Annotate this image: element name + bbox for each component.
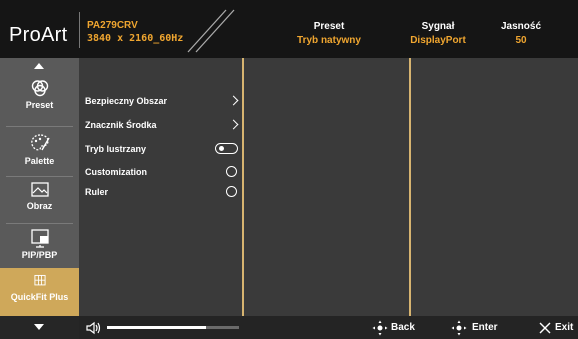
- exit-label: Exit: [555, 322, 574, 333]
- footer-bar: Back Enter Exit: [79, 316, 578, 339]
- header-bar: ProArt PA279CRV 3840 x 2160_60Hz Preset …: [0, 0, 578, 58]
- back-button[interactable]: Back: [372, 320, 432, 336]
- sidebar-item-obraz[interactable]: Obraz: [0, 181, 79, 229]
- preset-icon: [31, 80, 48, 97]
- sidebar-item-label: QuickFit Plus: [10, 292, 69, 302]
- sidebar-separator: [6, 126, 73, 127]
- mirror-mode-toggle[interactable]: [215, 143, 238, 154]
- palette-icon: [30, 134, 50, 151]
- resolution-text: 3840 x 2160_60Hz: [87, 33, 184, 44]
- sidebar-item-preset[interactable]: Preset: [0, 78, 79, 126]
- preset-value: Tryb natywny: [297, 35, 361, 46]
- pip-icon: [30, 229, 49, 248]
- sidebar: Preset Palette Obraz PIP/PBP QuickFit Pl…: [0, 58, 79, 339]
- preset-label: Preset: [313, 21, 345, 32]
- brand-logo: ProArt: [9, 24, 68, 46]
- menu-item-safe-area[interactable]: Bezpieczny Obszar: [85, 94, 245, 112]
- scroll-down-icon: [34, 324, 44, 330]
- menu-item-ruler[interactable]: Ruler: [85, 185, 245, 203]
- signal-label: Sygnał: [421, 21, 455, 32]
- sidebar-item-label: PIP/PBP: [21, 250, 58, 260]
- enter-button[interactable]: Enter: [451, 320, 511, 336]
- scroll-down-area[interactable]: [0, 316, 79, 339]
- sidebar-item-palette[interactable]: Palette: [0, 132, 79, 180]
- menu-item-label: Tryb lustrzany: [85, 144, 147, 154]
- sidebar-item-label: Palette: [24, 156, 55, 166]
- scroll-up-icon[interactable]: [34, 63, 44, 69]
- speaker-icon[interactable]: [85, 321, 103, 335]
- column-divider: [409, 58, 411, 316]
- menu-item-customization[interactable]: Customization: [85, 165, 245, 183]
- menu-item-label: Bezpieczny Obszar: [85, 96, 168, 106]
- sidebar-item-quickfit-plus[interactable]: QuickFit Plus: [0, 268, 79, 316]
- brightness-status: Jasność 50: [491, 21, 551, 46]
- grid-icon: [33, 274, 46, 286]
- image-icon: [30, 182, 49, 197]
- joystick-icon: [451, 320, 467, 336]
- close-icon: [539, 322, 551, 334]
- back-label: Back: [391, 322, 415, 333]
- chevron-right-icon: [228, 119, 239, 130]
- menu-item-label: Customization: [85, 167, 147, 177]
- brightness-value: 50: [515, 35, 527, 46]
- volume-fill: [107, 326, 206, 329]
- chevron-right-icon: [228, 95, 239, 106]
- menu-item-label: Znacznik Środka: [85, 120, 157, 130]
- signal-value: DisplayPort: [410, 35, 466, 46]
- header-slash-decoration: [187, 9, 235, 53]
- menu-item-mirror-mode[interactable]: Tryb lustrzany: [85, 142, 245, 160]
- joystick-icon: [372, 320, 388, 336]
- menu-item-label: Ruler: [85, 187, 109, 197]
- ruler-radio[interactable]: [226, 186, 237, 197]
- sidebar-separator: [6, 223, 73, 224]
- brightness-label: Jasność: [500, 21, 542, 32]
- sidebar-separator: [6, 176, 73, 177]
- menu-item-center-marker[interactable]: Znacznik Środka: [85, 118, 245, 136]
- signal-status: Sygnał DisplayPort: [402, 21, 474, 46]
- sidebar-item-label: Preset: [25, 100, 54, 110]
- exit-button[interactable]: Exit: [536, 320, 578, 336]
- customization-radio[interactable]: [226, 166, 237, 177]
- volume-slider[interactable]: [107, 326, 239, 329]
- header-divider: [79, 12, 80, 48]
- preset-status: Preset Tryb natywny: [289, 21, 369, 46]
- model-name: PA279CRV: [87, 20, 138, 31]
- enter-label: Enter: [472, 322, 498, 333]
- sidebar-item-label: Obraz: [26, 201, 53, 211]
- osd-menu: ProArt PA279CRV 3840 x 2160_60Hz Preset …: [0, 0, 578, 339]
- toggle-knob: [219, 146, 224, 151]
